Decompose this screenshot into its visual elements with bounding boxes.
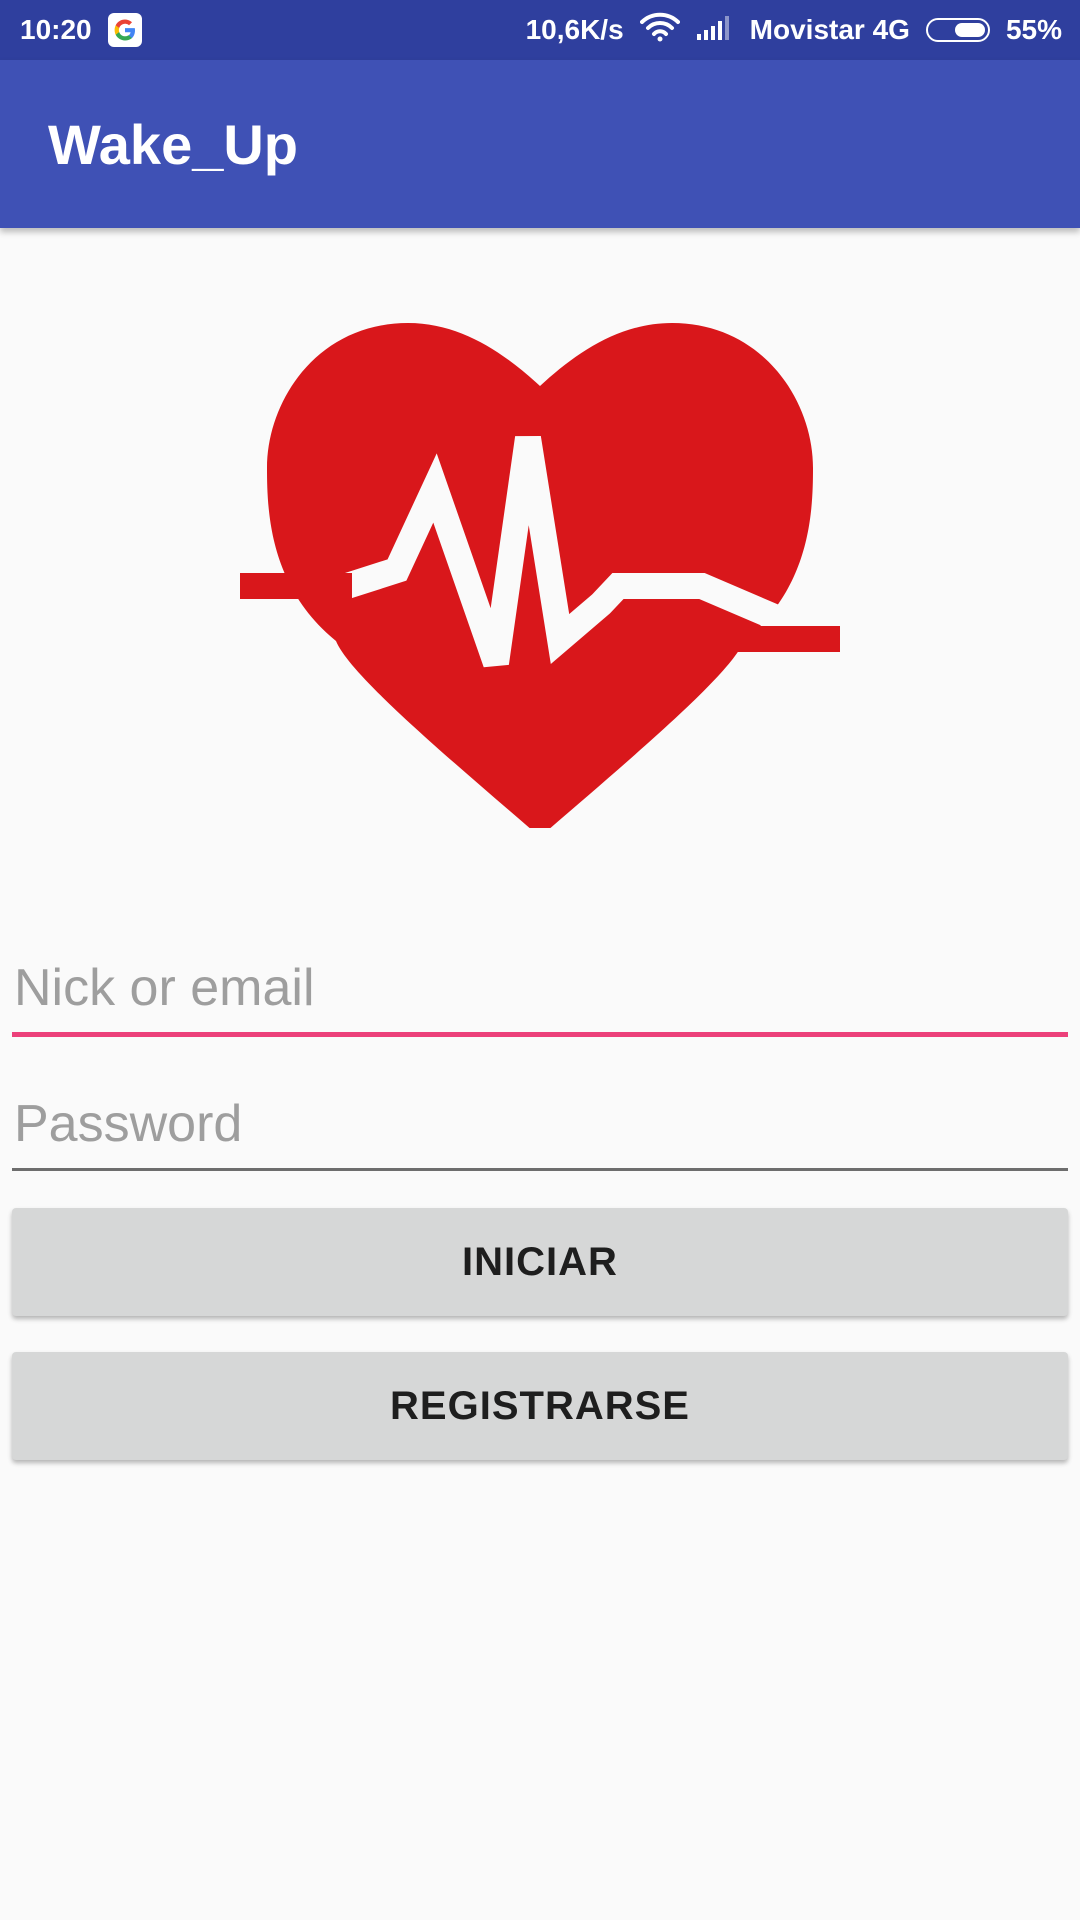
wifi-icon [639, 12, 680, 49]
register-button[interactable]: REGISTRARSE [12, 1352, 1068, 1460]
password-field[interactable] [12, 1094, 1068, 1171]
battery-percent: 55% [1005, 14, 1062, 45]
password-input[interactable] [12, 1094, 1068, 1154]
google-icon [107, 13, 142, 47]
status-bar: 10:20 10,6K/s Movistar 4G 55% [0, 0, 1080, 60]
carrier-name: Movistar 4G [749, 14, 910, 45]
password-underline [12, 1168, 1068, 1171]
nick-email-field[interactable] [12, 958, 1068, 1037]
nick-email-input[interactable] [12, 958, 1068, 1018]
network-speed: 10,6K/s [525, 14, 624, 45]
status-time: 10:20 [20, 14, 92, 45]
heart-pulse-icon [240, 323, 840, 828]
nick-email-underline [12, 1032, 1068, 1037]
login-button[interactable]: INICIAR [12, 1208, 1068, 1316]
signal-icon [696, 14, 734, 47]
status-bar-right: 10,6K/s Movistar 4G 55% [526, 0, 1062, 60]
battery-icon [925, 18, 990, 42]
app-bar: Wake_Up [0, 60, 1080, 228]
app-title: Wake_Up [48, 113, 299, 176]
battery-fill [955, 23, 985, 37]
status-bar-left: 10:20 [20, 0, 142, 60]
